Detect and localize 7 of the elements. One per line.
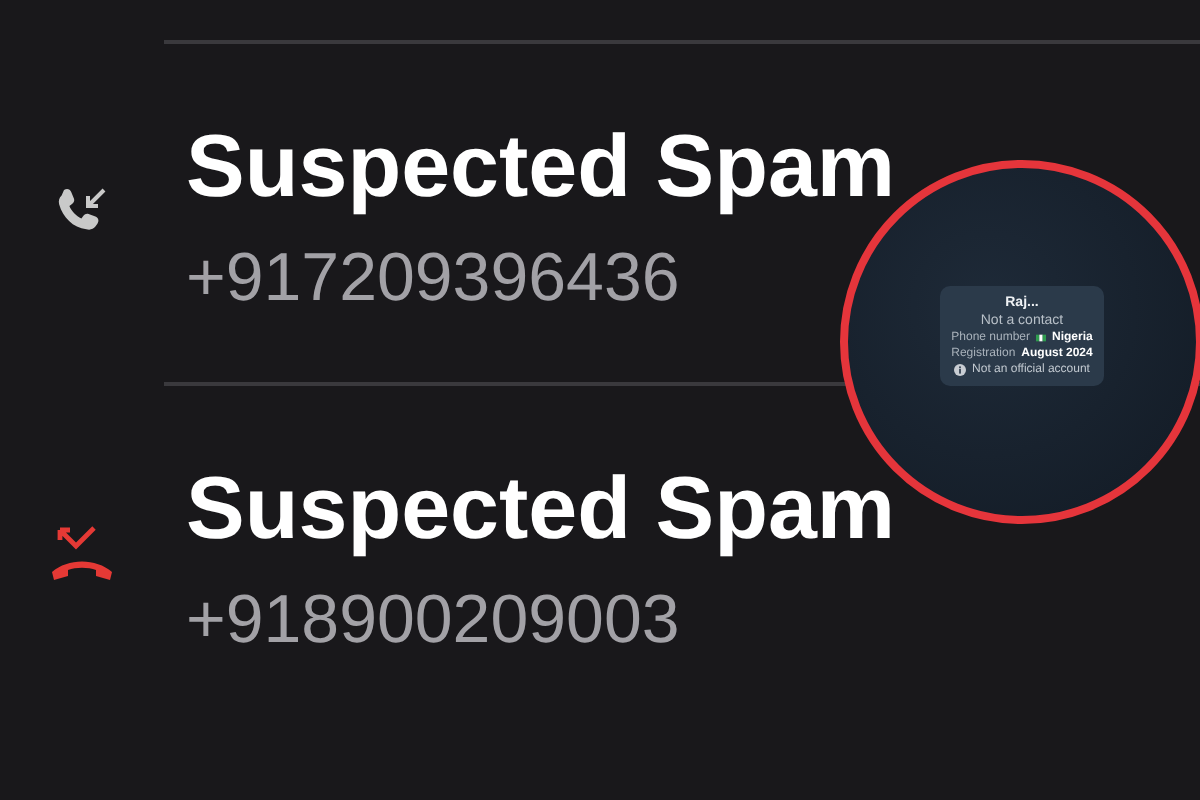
caller-name: Suspected Spam — [186, 458, 896, 562]
phone-number: +918900209003 — [186, 580, 680, 662]
flag-icon — [1036, 334, 1047, 342]
missed-call-icon — [48, 523, 116, 583]
phone-number: +917209396436 — [186, 238, 680, 320]
caller-name: Suspected Spam — [186, 116, 896, 220]
info-icon — [954, 364, 967, 376]
